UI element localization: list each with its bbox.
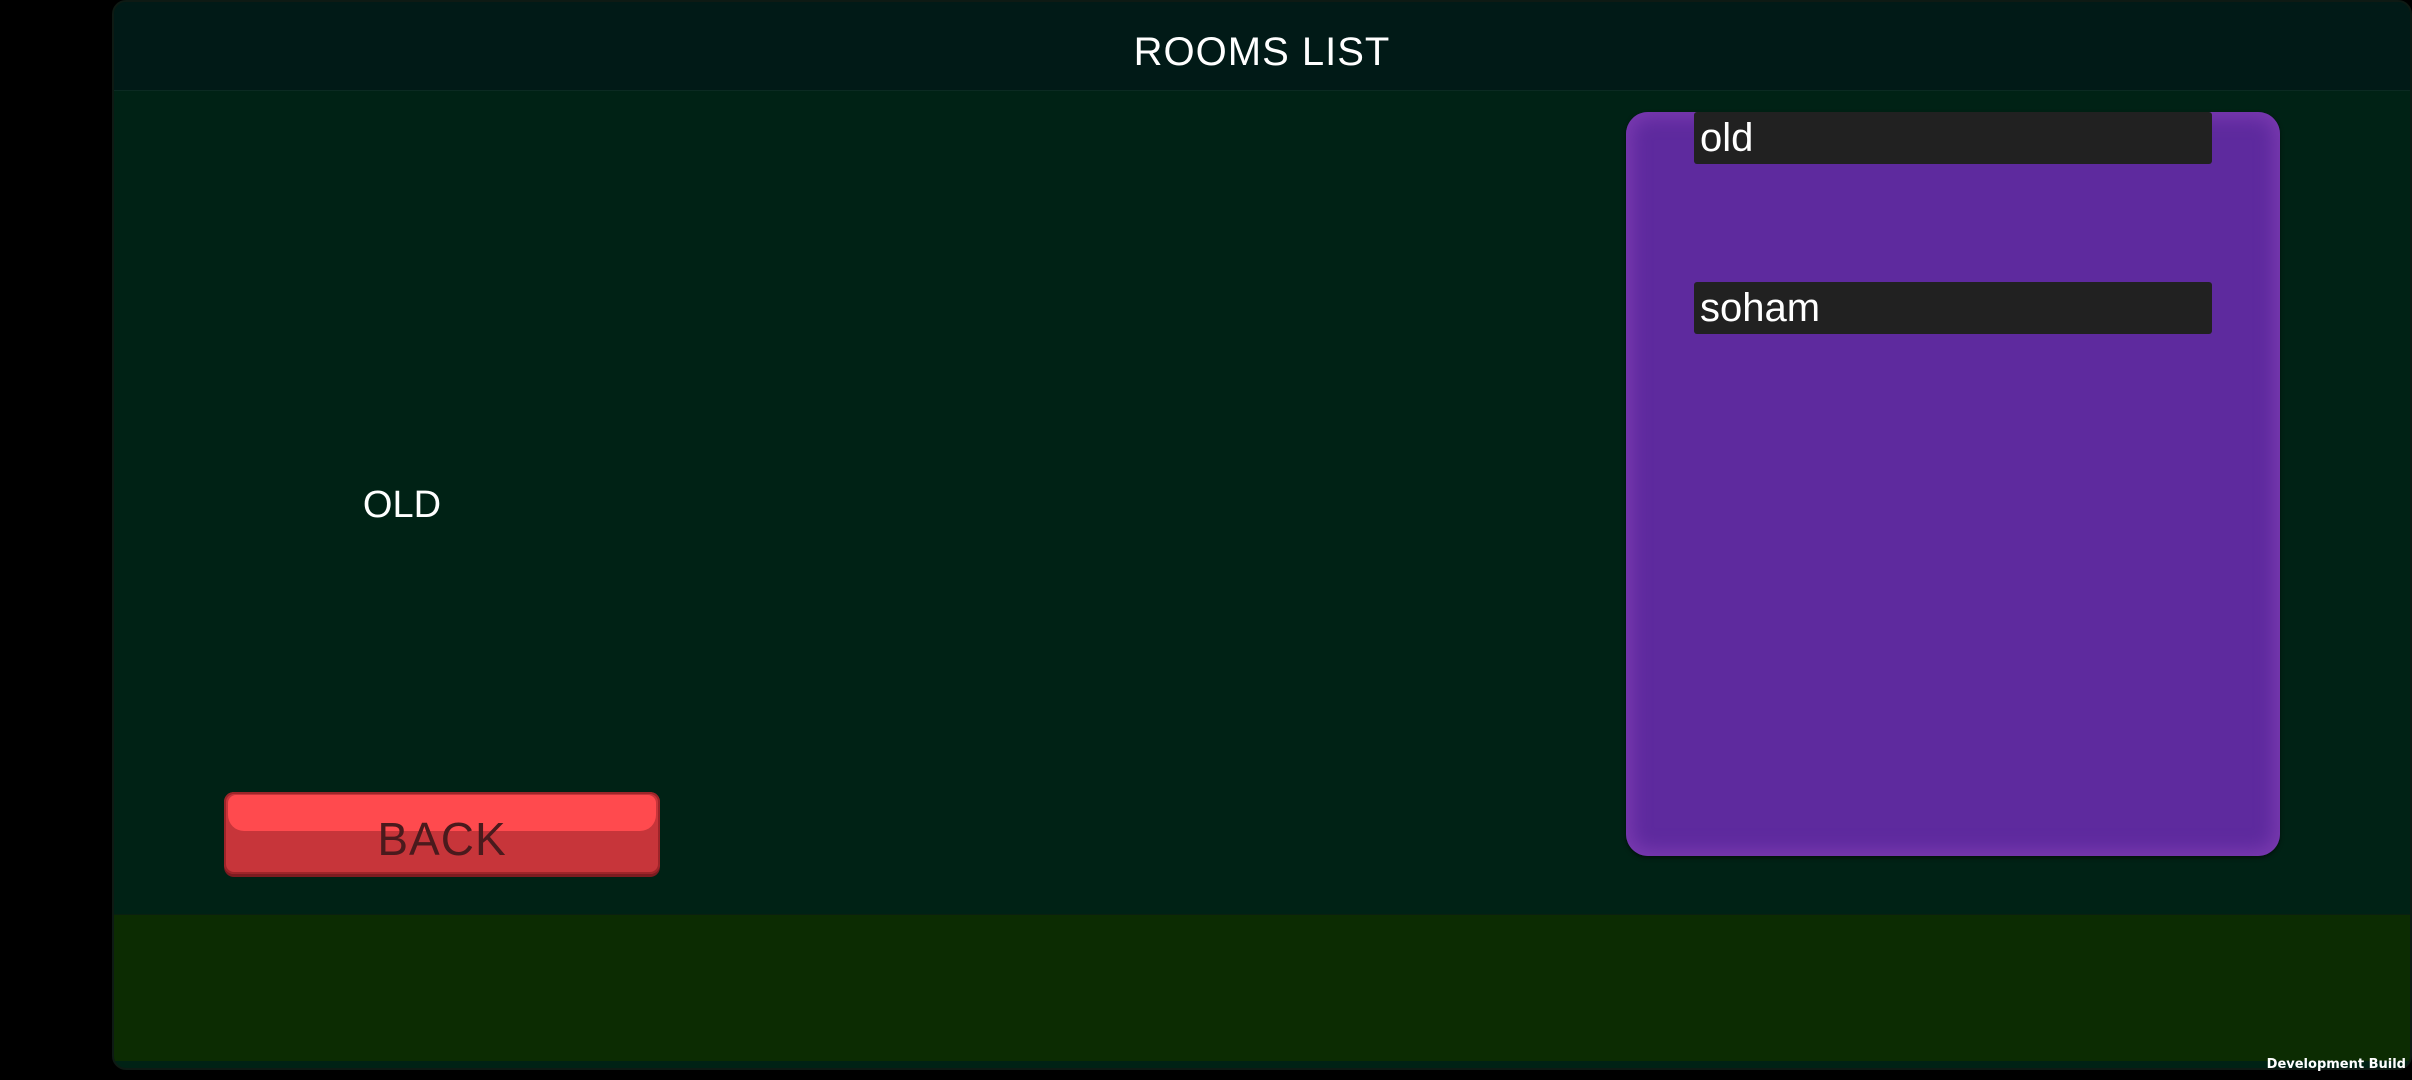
room-name: old <box>1700 116 1754 160</box>
back-button-label: BACK <box>377 813 507 865</box>
header-bar: ROOMS LIST <box>114 2 2410 91</box>
room-list[interactable]: old soham <box>1626 112 2280 856</box>
dev-build-label: Development Build <box>2266 1057 2406 1072</box>
room-name: soham <box>1700 286 1821 330</box>
back-button[interactable]: BACK <box>224 792 660 874</box>
page-title: ROOMS LIST <box>1133 30 1391 74</box>
rooms-panel: ROOMS LIST OLD BACK old soham <box>112 0 2412 1070</box>
footer-bar <box>114 914 2410 1061</box>
room-list-item[interactable]: old <box>1694 112 2212 164</box>
room-list-item[interactable]: soham <box>1694 282 2212 334</box>
selected-room-label: OLD <box>362 484 442 526</box>
game-screen: ROOMS LIST OLD BACK old soham Developmen… <box>0 0 2412 1080</box>
